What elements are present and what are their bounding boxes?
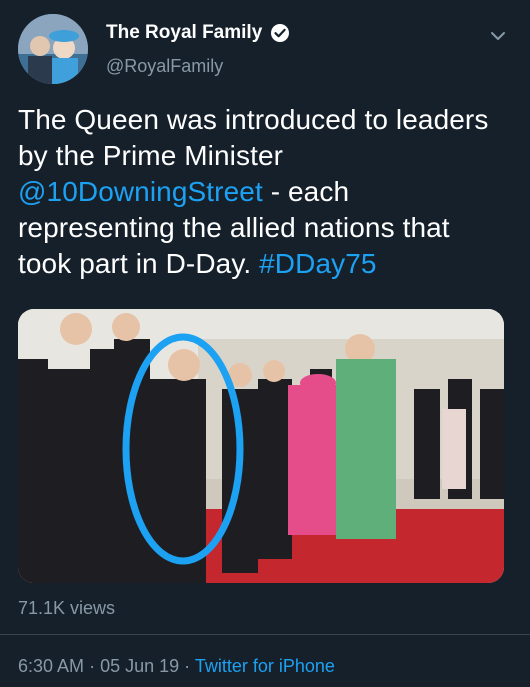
meta-separator: · xyxy=(89,656,96,676)
photo-illustration xyxy=(18,309,504,583)
chevron-down-icon[interactable] xyxy=(488,26,508,46)
tweet-header: The Royal Family @RoyalFamily xyxy=(18,14,512,86)
display-name[interactable]: The Royal Family xyxy=(106,22,262,44)
name-row: The Royal Family xyxy=(106,22,290,44)
tweet-date[interactable]: 05 Jun 19 xyxy=(100,656,179,676)
tweet-meta: 6:30 AM · 05 Jun 19 · Twitter for iPhone xyxy=(18,656,335,677)
tweet-text-part1: The Queen was introduced to leaders by t… xyxy=(18,104,489,171)
verified-badge-icon xyxy=(271,24,290,42)
divider xyxy=(0,634,530,635)
tweet-text: The Queen was introduced to leaders by t… xyxy=(18,102,510,282)
handle[interactable]: @RoyalFamily xyxy=(106,56,223,77)
avatar-image xyxy=(18,14,88,84)
tweet-time[interactable]: 6:30 AM xyxy=(18,656,84,676)
hashtag-link[interactable]: #DDay75 xyxy=(259,248,376,279)
tweet-source-link[interactable]: Twitter for iPhone xyxy=(195,656,335,676)
meta-separator: · xyxy=(184,656,191,676)
tweet-photo[interactable] xyxy=(18,309,504,583)
views-count: 71.1K views xyxy=(18,598,116,618)
mention-link[interactable]: @10DowningStreet xyxy=(18,176,263,207)
avatar[interactable] xyxy=(18,14,88,84)
